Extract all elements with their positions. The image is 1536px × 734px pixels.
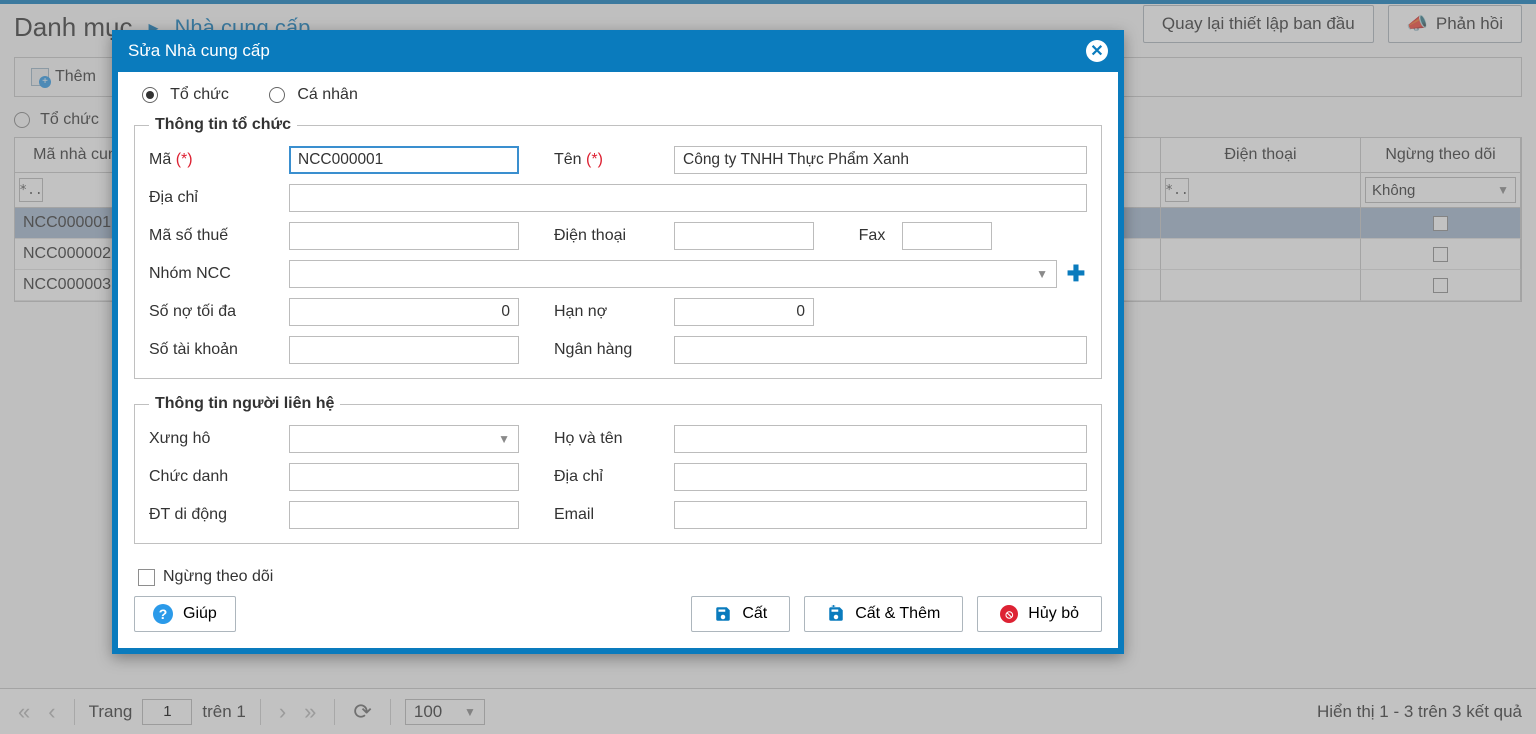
add-group-button[interactable]: ✚	[1065, 263, 1087, 285]
organization-legend: Thông tin tổ chức	[149, 116, 297, 134]
tax-label: Mã số thuế	[149, 227, 289, 245]
salutation-label: Xưng hô	[149, 430, 289, 448]
email-input[interactable]	[674, 501, 1087, 529]
email-label: Email	[554, 506, 674, 524]
title-input[interactable]	[289, 463, 519, 491]
fax-label: Fax	[842, 227, 902, 245]
bank-label: Ngân hàng	[554, 341, 674, 359]
title-label: Chức danh	[149, 468, 289, 486]
radio-organization-label: Tổ chức	[170, 86, 229, 103]
modal-footer: ? Giúp Cất Cất & Thêm ⦸ Hủy bỏ	[134, 586, 1102, 632]
stop-following-label: Ngừng theo dõi	[163, 568, 273, 586]
chevron-down-icon: ▼	[1036, 267, 1048, 281]
phone-label: Điện thoại	[554, 227, 674, 245]
save-plus-icon	[827, 605, 845, 623]
group-select[interactable]: ▼	[289, 260, 1057, 288]
cancel-button[interactable]: ⦸ Hủy bỏ	[977, 596, 1102, 632]
fax-input[interactable]	[902, 222, 992, 250]
plus-icon: ✚	[1067, 261, 1085, 287]
organization-info-fieldset: Thông tin tổ chức Mã (*) Tên (*) Địa chỉ	[134, 116, 1102, 379]
maxdebt-input[interactable]	[289, 298, 519, 326]
mobile-label: ĐT di động	[149, 506, 289, 524]
supplier-type-radios: Tổ chức Cá nhân	[134, 86, 1102, 116]
radio-checked-icon	[142, 87, 158, 103]
help-button[interactable]: ? Giúp	[134, 596, 236, 632]
fullname-label: Họ và tên	[554, 430, 674, 448]
address-label: Địa chỉ	[149, 189, 289, 207]
save-button-label: Cất	[742, 605, 767, 623]
help-icon: ?	[153, 604, 173, 624]
modal-title-text: Sửa Nhà cung cấp	[128, 41, 270, 61]
close-button[interactable]: ✕	[1086, 40, 1108, 62]
code-label: Mã (*)	[149, 151, 289, 169]
modal-body: Tổ chức Cá nhân Thông tin tổ chức Mã (*)…	[118, 72, 1118, 648]
save-icon	[714, 605, 732, 623]
code-input[interactable]	[289, 146, 519, 174]
group-label: Nhóm NCC	[149, 265, 289, 283]
cancel-button-label: Hủy bỏ	[1028, 605, 1079, 623]
debtterm-label: Hạn nợ	[554, 303, 674, 321]
address-input[interactable]	[289, 184, 1087, 212]
mobile-input[interactable]	[289, 501, 519, 529]
salutation-select[interactable]: ▼	[289, 425, 519, 453]
contact-address-input[interactable]	[674, 463, 1087, 491]
tax-input[interactable]	[289, 222, 519, 250]
edit-supplier-modal: Sửa Nhà cung cấp ✕ Tổ chức Cá nhân Thông…	[112, 30, 1124, 654]
name-label: Tên (*)	[554, 151, 674, 169]
save-and-add-button[interactable]: Cất & Thêm	[804, 596, 963, 632]
save-and-add-button-label: Cất & Thêm	[855, 605, 940, 623]
bank-input[interactable]	[674, 336, 1087, 364]
account-input[interactable]	[289, 336, 519, 364]
cancel-icon: ⦸	[1000, 605, 1018, 623]
radio-organization[interactable]: Tổ chức	[142, 86, 229, 104]
save-button[interactable]: Cất	[691, 596, 790, 632]
radio-individual[interactable]: Cá nhân	[269, 86, 358, 104]
maxdebt-label: Số nợ tối đa	[149, 303, 289, 321]
name-input[interactable]	[674, 146, 1087, 174]
checkbox-icon	[138, 569, 155, 586]
fullname-input[interactable]	[674, 425, 1087, 453]
modal-titlebar[interactable]: Sửa Nhà cung cấp ✕	[116, 34, 1120, 72]
phone-input[interactable]	[674, 222, 814, 250]
radio-individual-label: Cá nhân	[297, 86, 358, 103]
contact-address-label: Địa chỉ	[554, 468, 674, 486]
contact-legend: Thông tin người liên hệ	[149, 395, 340, 413]
help-button-label: Giúp	[183, 605, 217, 623]
contact-info-fieldset: Thông tin người liên hệ Xưng hô ▼ Họ và …	[134, 395, 1102, 544]
chevron-down-icon: ▼	[498, 432, 510, 446]
stop-following-checkbox[interactable]: Ngừng theo dõi	[134, 560, 1102, 586]
account-label: Số tài khoản	[149, 341, 289, 359]
close-icon: ✕	[1090, 41, 1103, 61]
required-marker: (*)	[586, 151, 603, 168]
radio-icon	[269, 87, 285, 103]
debtterm-input[interactable]	[674, 298, 814, 326]
required-marker: (*)	[176, 151, 193, 168]
